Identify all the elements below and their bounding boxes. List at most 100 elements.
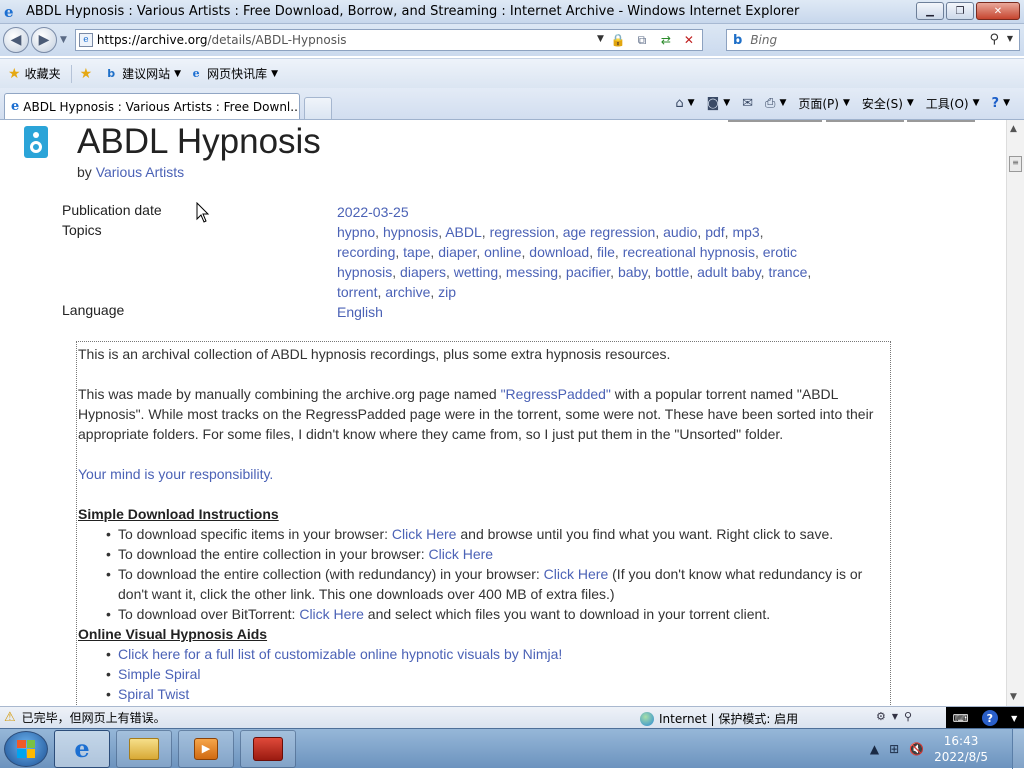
- chevron-down-icon[interactable]: ▼: [892, 712, 898, 721]
- safety-menu[interactable]: 安全(S) ▼: [858, 95, 918, 112]
- click-here-link[interactable]: Click Here: [544, 566, 609, 582]
- topic-tag-link[interactable]: recording: [337, 244, 395, 260]
- security-zone[interactable]: Internet | 保护模式: 启用: [640, 710, 798, 727]
- home-button[interactable]: ⌂ ▼: [671, 96, 698, 111]
- warning-icon[interactable]: ⚠: [4, 710, 16, 725]
- topic-tag-link[interactable]: audio: [663, 224, 697, 240]
- forward-button[interactable]: ▶: [31, 27, 57, 53]
- topic-tag-link[interactable]: regression: [490, 224, 555, 240]
- back-button[interactable]: ◀: [3, 27, 29, 53]
- mouse-cursor-icon: [196, 202, 210, 223]
- publication-date-link[interactable]: 2022-03-25: [337, 204, 409, 220]
- click-here-link[interactable]: Click Here: [429, 546, 494, 562]
- tools-menu[interactable]: 工具(O) ▼: [922, 95, 984, 112]
- click-here-link[interactable]: Click Here: [299, 606, 364, 622]
- chevron-down-icon[interactable]: ▼: [1011, 714, 1017, 723]
- topic-tag-link[interactable]: file: [597, 244, 615, 260]
- visual-aids-list: Click here for a full list of customizab…: [102, 644, 890, 704]
- keyboard-icon[interactable]: ⌨: [953, 712, 969, 725]
- chevron-down-icon: ▼: [779, 98, 787, 108]
- topic-tag-link[interactable]: hypno: [337, 224, 375, 240]
- address-url[interactable]: https://archive.org/details/ABDL-Hypnosi…: [97, 33, 347, 47]
- visual-aid-link[interactable]: Click here for a full list of customizab…: [118, 646, 562, 662]
- creator-link[interactable]: Various Artists: [96, 164, 184, 180]
- topic-tag-link[interactable]: online: [484, 244, 521, 260]
- language-link[interactable]: English: [337, 304, 383, 320]
- topic-tag-link[interactable]: pacifier: [566, 264, 610, 280]
- topic-tag-link[interactable]: torrent: [337, 284, 377, 300]
- system-clock[interactable]: 16:43 2022/8/5: [934, 733, 988, 765]
- topic-tag-link[interactable]: ABDL: [445, 224, 482, 240]
- ie-page-icon: e: [192, 67, 200, 80]
- show-hidden-icons-icon[interactable]: ▲: [870, 742, 879, 756]
- topic-tag-link[interactable]: trance: [768, 264, 807, 280]
- topic-tag-link[interactable]: wetting: [454, 264, 498, 280]
- taskbar-toolbox-app[interactable]: [240, 729, 296, 768]
- topic-tag-link[interactable]: hypnosis: [383, 224, 438, 240]
- responsibility-link[interactable]: Your mind is your responsibility.: [78, 466, 273, 482]
- taskbar-file-explorer[interactable]: [116, 729, 172, 768]
- topic-tag-link[interactable]: download: [529, 244, 589, 260]
- topic-tag-link[interactable]: mp3: [732, 224, 759, 240]
- topic-tag-link[interactable]: age regression: [563, 224, 656, 240]
- search-icon[interactable]: ⚲: [989, 32, 999, 47]
- paragraph-text: This was made by manually combining the …: [78, 386, 501, 402]
- stop-icon[interactable]: ✕: [679, 32, 699, 48]
- popup-blocker-icon[interactable]: ⚙: [876, 710, 886, 723]
- window-title-bar[interactable]: e ABDL Hypnosis : Various Artists : Free…: [0, 0, 1024, 24]
- visual-aid-link[interactable]: Spiral Twist: [118, 686, 189, 702]
- taskbar-media-player[interactable]: ▶: [178, 729, 234, 768]
- new-tab-button[interactable]: [304, 97, 332, 119]
- print-button[interactable]: ⎙ ▼: [761, 96, 790, 111]
- page-menu[interactable]: 页面(P) ▼: [794, 95, 854, 112]
- address-dropdown-icon[interactable]: ▼: [597, 34, 604, 44]
- topic-tag-link[interactable]: recreational hypnosis: [623, 244, 755, 260]
- zoom-icon[interactable]: ⚲: [904, 710, 912, 723]
- topic-tag-link[interactable]: baby: [618, 264, 647, 280]
- lock-icon[interactable]: 🔒: [608, 32, 628, 48]
- visual-aid-link[interactable]: Simple Spiral: [118, 666, 200, 682]
- search-options-dropdown-icon[interactable]: ▼: [1007, 34, 1013, 43]
- refresh-icon[interactable]: ⇄: [656, 32, 676, 48]
- topic-tag-link[interactable]: zip: [438, 284, 456, 300]
- regresspadded-link[interactable]: "RegressPadded": [501, 386, 611, 402]
- item-description: This is an archival collection of ABDL h…: [76, 341, 891, 706]
- web-slice-gallery-button[interactable]: e 网页快讯库 ▼: [189, 65, 278, 82]
- add-to-favorites-bar-button[interactable]: ★: [80, 66, 97, 82]
- maximize-button[interactable]: ❐: [946, 2, 974, 20]
- help-menu[interactable]: ? ▼: [988, 96, 1014, 111]
- address-bar[interactable]: e https://archive.org/details/ABDL-Hypno…: [74, 29, 703, 51]
- topic-tag-link[interactable]: archive: [385, 284, 430, 300]
- feeds-button[interactable]: ◙ ▼: [703, 96, 735, 111]
- suggested-sites-button[interactable]: b 建议网站 ▼: [104, 65, 181, 82]
- topic-tag-link[interactable]: messing: [506, 264, 558, 280]
- tab-abdl-hypnosis[interactable]: e ABDL Hypnosis : Various Artists : Free…: [4, 93, 300, 119]
- show-desktop-button[interactable]: [1012, 729, 1024, 769]
- recent-pages-dropdown[interactable]: ▼: [60, 35, 67, 45]
- search-input[interactable]: Bing: [750, 33, 777, 47]
- minimize-button[interactable]: ▁: [916, 2, 944, 20]
- click-here-link[interactable]: Click Here: [392, 526, 457, 542]
- read-mail-button[interactable]: ✉: [738, 96, 757, 111]
- taskbar-internet-explorer[interactable]: e: [54, 729, 110, 768]
- scroll-down-icon[interactable]: ▼: [1010, 692, 1017, 702]
- topic-tag-link[interactable]: pdf: [705, 224, 724, 240]
- scroll-up-icon[interactable]: ▲: [1010, 124, 1017, 134]
- scrollbar-thumb[interactable]: ≡: [1009, 156, 1022, 172]
- topic-tag-link[interactable]: tape: [403, 244, 430, 260]
- topic-tag-link[interactable]: adult baby: [697, 264, 761, 280]
- search-box[interactable]: b Bing ⚲ ▼: [726, 29, 1020, 51]
- network-icon[interactable]: ⊞: [889, 742, 899, 756]
- topic-tag-link[interactable]: diaper: [438, 244, 476, 260]
- favorites-button[interactable]: ★ 收藏夹: [8, 65, 61, 82]
- close-button[interactable]: ✕: [976, 2, 1020, 20]
- page-content[interactable]: ABDL Hypnosis by Various Artists Publica…: [0, 120, 1006, 706]
- topic-tag-link[interactable]: diapers: [400, 264, 446, 280]
- vertical-scrollbar[interactable]: ▲ ≡ ▼: [1006, 120, 1024, 706]
- instruction-text: To download over BitTorrent:: [118, 606, 300, 622]
- help-icon[interactable]: ?: [981, 710, 998, 726]
- topic-tag-link[interactable]: bottle: [655, 264, 689, 280]
- volume-muted-icon[interactable]: 🔇: [909, 742, 924, 756]
- start-button[interactable]: [4, 730, 48, 767]
- compatibility-view-icon[interactable]: ⧉: [632, 32, 652, 48]
